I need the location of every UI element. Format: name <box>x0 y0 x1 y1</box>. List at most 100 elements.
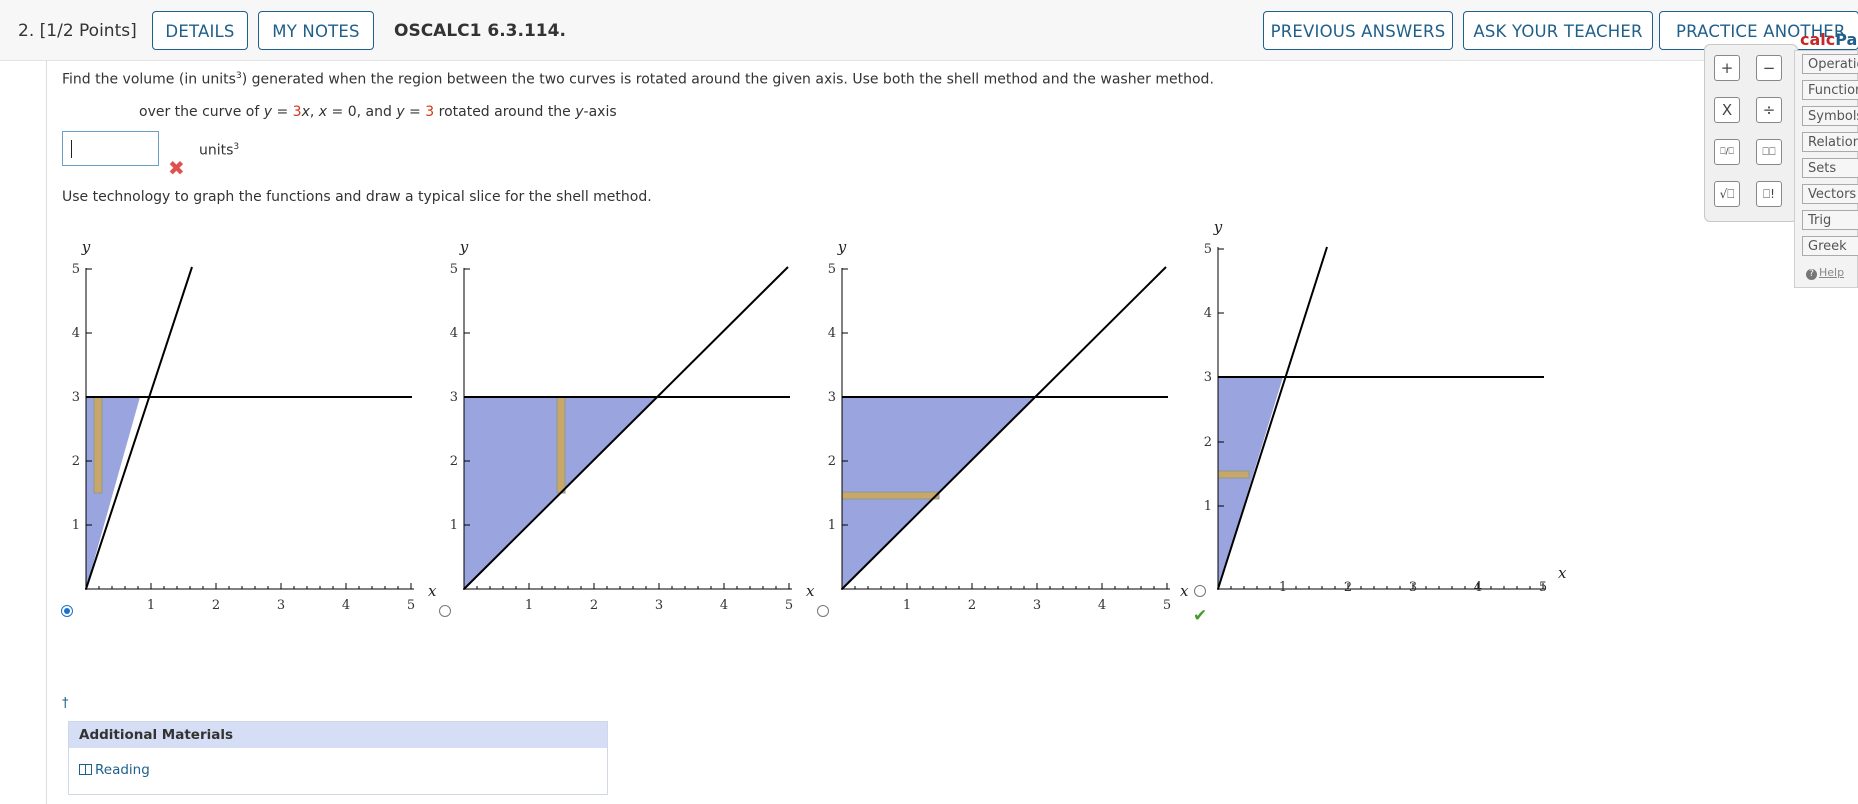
svg-text:4: 4 <box>450 326 458 341</box>
calcpad-tab-symbols[interactable]: Symbols <box>1802 106 1858 126</box>
svg-text:5: 5 <box>1204 242 1212 257</box>
svg-text:3: 3 <box>1204 370 1212 385</box>
svg-text:5: 5 <box>450 262 458 277</box>
svg-text:4: 4 <box>1098 598 1106 610</box>
svg-text:1: 1 <box>147 598 155 610</box>
details-button[interactable]: DETAILS <box>152 11 248 50</box>
my-notes-button[interactable]: MY NOTES <box>258 11 374 50</box>
svg-text:3: 3 <box>450 390 458 405</box>
x-ticks <box>854 583 1168 589</box>
technology-prompt: Use technology to graph the functions an… <box>62 189 652 205</box>
svg-text:1: 1 <box>1279 580 1287 595</box>
svg-text:2: 2 <box>1344 580 1352 595</box>
svg-text:2: 2 <box>1204 435 1212 450</box>
book-icon <box>79 764 92 775</box>
svg-text:1: 1 <box>72 518 80 533</box>
shell-slice <box>93 396 103 494</box>
svg-text:4: 4 <box>1474 580 1482 595</box>
ask-teacher-button[interactable]: ASK YOUR TEACHER <box>1463 11 1653 50</box>
graph-option-4-radio[interactable] <box>1194 585 1206 597</box>
svg-text:5: 5 <box>1163 598 1171 610</box>
y-axis-label: y <box>837 238 847 256</box>
graph-option-2-radio[interactable] <box>439 605 451 617</box>
question-header: 2. [1/2 Points] DETAILS MY NOTES OSCALC1… <box>0 0 1858 61</box>
graph-option-4: 1 2 3 4 5 1 2 3 4 5 y x <box>1204 218 1567 595</box>
incorrect-icon: ✖ <box>168 156 185 180</box>
graph-option-3-radio[interactable] <box>817 605 829 617</box>
svg-text:4: 4 <box>720 598 728 610</box>
calcpad-tab-sets[interactable]: Sets <box>1802 158 1858 178</box>
x-axis-label: x <box>806 582 815 600</box>
calcpad-tab-trig[interactable]: Trig <box>1802 210 1858 230</box>
svg-text:2: 2 <box>72 454 80 469</box>
svg-text:4: 4 <box>1204 306 1212 321</box>
calcpad-minus-button[interactable]: − <box>1756 55 1782 81</box>
graph-option-3: 1 2 3 4 5 1 2 3 4 5 y x <box>828 238 1189 610</box>
content-border <box>46 60 47 804</box>
calcpad-tab-operations[interactable]: Operations <box>1802 54 1858 74</box>
washer-slice <box>1217 470 1250 479</box>
help-icon: ? <box>1806 269 1817 280</box>
text-caret <box>71 140 72 158</box>
svg-text:3: 3 <box>277 598 285 610</box>
region-description: over the curve of y = 3x, x = 0, and y =… <box>139 104 617 120</box>
svg-text:3: 3 <box>72 390 80 405</box>
calcpad-factorial-button[interactable]: ⎕! <box>1756 181 1782 207</box>
svg-text:2: 2 <box>212 598 220 610</box>
calcpad-multiply-button[interactable]: X <box>1714 97 1740 123</box>
svg-text:5: 5 <box>72 262 80 277</box>
svg-text:3: 3 <box>828 390 836 405</box>
calcpad-plus-button[interactable]: + <box>1714 55 1740 81</box>
svg-text:1: 1 <box>1204 499 1212 514</box>
svg-text:1: 1 <box>828 518 836 533</box>
svg-text:3: 3 <box>655 598 663 610</box>
svg-text:4: 4 <box>72 326 80 341</box>
svg-text:4: 4 <box>828 326 836 341</box>
calcpad-tab-greek[interactable]: Greek <box>1802 236 1858 256</box>
washer-slice <box>841 491 940 500</box>
svg-text:5: 5 <box>1539 580 1547 595</box>
x-ticks <box>476 583 790 589</box>
svg-text:2: 2 <box>590 598 598 610</box>
problem-code: OSCALC1 6.3.114. <box>394 21 566 41</box>
previous-answers-button[interactable]: PREVIOUS ANSWERS <box>1263 11 1453 50</box>
additional-materials-panel: Additional Materials Reading <box>68 721 608 795</box>
calcpad-tab-vectors[interactable]: Vectors <box>1802 184 1858 204</box>
correct-check-icon: ✔ <box>1193 606 1208 626</box>
calcpad-tab-relations[interactable]: Relations <box>1802 132 1858 152</box>
problem-intro: Find the volume (in units3) generated wh… <box>62 71 1214 88</box>
svg-text:3: 3 <box>1409 580 1417 595</box>
svg-text:3: 3 <box>1033 598 1041 610</box>
svg-text:2: 2 <box>828 454 836 469</box>
calcpad-exponent-button[interactable]: ⎕⎕ <box>1756 139 1782 165</box>
calcpad-divide-button[interactable]: ÷ <box>1756 97 1782 123</box>
calcpad-fraction-button[interactable]: ⎕/⎕ <box>1714 139 1740 165</box>
volume-answer-input[interactable] <box>62 131 159 166</box>
calcpad-help-link[interactable]: ? Help <box>1806 266 1844 280</box>
graph-option-1-radio[interactable] <box>61 605 73 617</box>
additional-materials-heading: Additional Materials <box>69 722 607 748</box>
svg-text:1: 1 <box>450 518 458 533</box>
calcpad-sqrt-button[interactable]: √⎕ <box>1714 181 1740 207</box>
calcpad-title: calcPad <box>1800 30 1858 49</box>
svg-text:2: 2 <box>450 454 458 469</box>
svg-text:2: 2 <box>968 598 976 610</box>
x-ticks <box>98 583 412 589</box>
shell-slice <box>556 396 566 494</box>
svg-text:1: 1 <box>903 598 911 610</box>
graph-option-1: 1 2 3 4 5 1 2 3 4 5 y x <box>72 238 437 610</box>
reading-link[interactable]: Reading <box>79 762 150 778</box>
svg-text:1: 1 <box>525 598 533 610</box>
svg-text:5: 5 <box>828 262 836 277</box>
x-axis-label: x <box>1558 564 1567 582</box>
x-ticks <box>1230 583 1544 589</box>
svg-text:5: 5 <box>785 598 793 610</box>
dagger-link[interactable]: † <box>62 696 69 711</box>
svg-text:4: 4 <box>342 598 350 610</box>
question-number: 2. [1/2 Points] <box>18 21 137 41</box>
y-axis-label: y <box>81 238 91 256</box>
y-axis-label: y <box>1213 218 1223 236</box>
graph-option-2: 1 2 3 4 5 1 2 3 4 5 y x <box>450 238 815 610</box>
calcpad-keypad: + − X ÷ ⎕/⎕ ⎕⎕ √⎕ ⎕! <box>1704 44 1798 222</box>
calcpad-tab-functions[interactable]: Functions <box>1802 80 1858 100</box>
